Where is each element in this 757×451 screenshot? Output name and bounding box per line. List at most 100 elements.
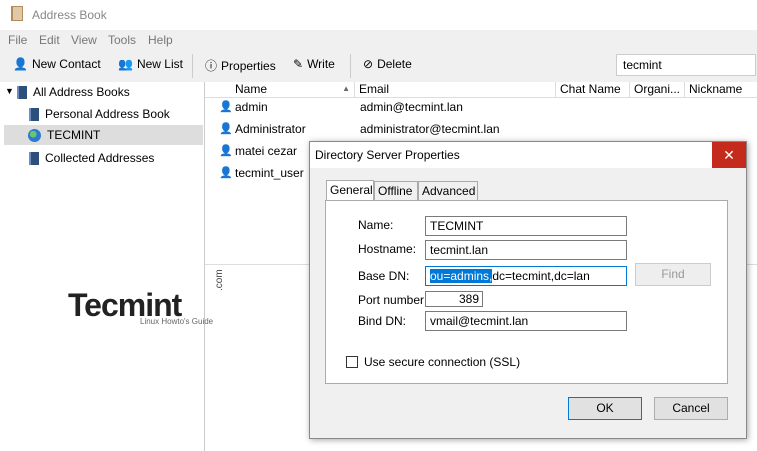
name-field[interactable]: TECMINT	[425, 216, 627, 236]
book-icon	[17, 85, 27, 99]
new-contact-label: New Contact	[31, 57, 101, 71]
search-input[interactable]	[616, 54, 756, 76]
logo-suffix: .com	[214, 269, 225, 291]
close-icon: ✕	[723, 147, 735, 163]
contact-name: matei cezar	[235, 144, 298, 158]
person-icon: 👤	[13, 57, 28, 71]
address-book-icon	[11, 6, 23, 21]
menu-edit[interactable]: Edit	[39, 33, 60, 47]
cancel-label: Cancel	[672, 401, 710, 415]
contact-name: Administrator	[235, 122, 306, 136]
hostname-label: Hostname:	[358, 242, 417, 256]
info-icon: ⓘ	[205, 59, 218, 73]
sort-ascending-icon: ▲	[342, 84, 350, 93]
address-book-tree: ▼ All Address Books Personal Address Boo…	[0, 82, 205, 451]
column-organization[interactable]: Organi...	[630, 82, 685, 97]
base-dn-value: dc=tecmint,dc=lan	[492, 269, 590, 283]
write-button[interactable]: ✎ Write	[293, 57, 335, 71]
delete-button[interactable]: ⊘ Delete	[363, 57, 412, 71]
new-contact-button[interactable]: 👤 New Contact	[13, 57, 101, 71]
menu-help[interactable]: Help	[148, 33, 173, 47]
ssl-label: Use secure connection (SSL)	[364, 355, 521, 369]
hostname-field[interactable]: tecmint.lan	[425, 240, 627, 260]
new-list-label: New List	[136, 57, 183, 71]
bind-dn-value: vmail@tecmint.lan	[430, 314, 529, 328]
base-dn-field[interactable]: ou=admins,dc=tecmint,dc=lan	[425, 266, 627, 286]
bind-dn-field[interactable]: vmail@tecmint.lan	[425, 311, 627, 331]
name-label: Name:	[358, 218, 394, 232]
collapse-chevron-icon[interactable]: ▼	[5, 86, 14, 96]
properties-label: Properties	[221, 58, 276, 73]
tab-offline[interactable]: Offline	[374, 181, 418, 200]
tree-item-all-address-books[interactable]: All Address Books	[17, 82, 130, 102]
tree-item-label: TECMINT	[47, 128, 101, 142]
column-label: Email	[359, 82, 390, 96]
book-icon	[29, 151, 39, 165]
column-nickname[interactable]: Nickname	[685, 82, 757, 97]
dialog-title: Directory Server Properties	[315, 148, 460, 162]
contact-icon: 👤	[219, 145, 233, 157]
contact-email: administrator@tecmint.lan	[360, 122, 500, 136]
menu-tools[interactable]: Tools	[108, 33, 136, 47]
find-label: Find	[661, 267, 685, 281]
tecmint-logo: Tecmint .com Linux Howto's Guide	[68, 269, 225, 326]
toolbar-separator	[192, 54, 193, 78]
contact-icon: 👤	[219, 123, 233, 135]
column-name[interactable]: Name ▲	[231, 82, 355, 97]
menu-file[interactable]: File	[8, 33, 27, 47]
logo-tagline: Linux Howto's Guide	[140, 317, 214, 326]
globe-icon	[28, 128, 41, 142]
tree-item-tecmint[interactable]: TECMINT	[4, 125, 203, 145]
contact-name: tecmint_user	[235, 166, 304, 180]
base-dn-label: Base DN:	[358, 269, 410, 283]
tree-item-label: Personal Address Book	[45, 107, 170, 121]
tab-advanced[interactable]: Advanced	[418, 181, 478, 200]
table-row[interactable]: 👤 admin admin@tecmint.lan	[205, 96, 757, 118]
new-list-button[interactable]: 👥 New List	[118, 57, 183, 71]
tab-label: Offline	[378, 184, 413, 198]
properties-button[interactable]: ⓘ Properties	[205, 57, 276, 74]
column-label: Nickname	[689, 82, 743, 96]
base-dn-selection: ou=admins,	[430, 269, 493, 283]
menu-view[interactable]: View	[71, 33, 97, 47]
port-label: Port number:	[358, 293, 428, 307]
port-field[interactable]: 389	[425, 291, 483, 307]
tab-general[interactable]: General	[326, 180, 374, 201]
contact-email: admin@tecmint.lan	[360, 100, 463, 114]
table-row[interactable]: 👤 Administrator administrator@tecmint.la…	[205, 118, 757, 140]
cancel-button[interactable]: Cancel	[654, 397, 728, 420]
tree-item-label: Collected Addresses	[45, 151, 155, 165]
group-icon: 👥	[118, 57, 133, 71]
window-title: Address Book	[32, 8, 107, 22]
column-label: Chat Name	[560, 82, 621, 96]
tree-item-collected-addresses[interactable]: Collected Addresses	[29, 148, 154, 168]
tree-item-personal-address-book[interactable]: Personal Address Book	[29, 104, 170, 124]
column-email[interactable]: Email	[355, 82, 556, 97]
dialog-title-bar: Directory Server Properties ✕	[310, 142, 746, 168]
ok-label: OK	[596, 401, 614, 415]
toolbar-separator	[350, 54, 351, 78]
contact-icon: 👤	[219, 167, 233, 179]
book-icon	[29, 107, 39, 121]
write-label: Write	[307, 57, 335, 71]
delete-icon: ⊘	[363, 57, 374, 71]
title-bar: Address Book	[0, 0, 757, 30]
column-label: Name	[235, 82, 268, 96]
close-button[interactable]: ✕	[712, 142, 746, 168]
ok-button[interactable]: OK	[568, 397, 642, 420]
tab-label: General	[330, 183, 373, 197]
contact-icon: 👤	[219, 101, 233, 113]
menu-bar: File Edit View Tools Help	[0, 30, 757, 50]
find-button[interactable]: Find	[635, 263, 711, 286]
column-chat-name[interactable]: Chat Name	[556, 82, 630, 97]
tab-label: Advanced	[422, 184, 476, 198]
hostname-value: tecmint.lan	[430, 243, 489, 257]
contact-name: admin	[235, 100, 268, 114]
port-value: 389	[458, 292, 479, 306]
bind-dn-label: Bind DN:	[358, 314, 407, 328]
delete-label: Delete	[377, 57, 412, 71]
general-tab-panel: Name: TECMINT Hostname: tecmint.lan Base…	[325, 200, 728, 384]
pencil-icon: ✎	[293, 57, 304, 71]
ssl-checkbox[interactable]	[346, 356, 358, 368]
tree-item-label: All Address Books	[33, 85, 130, 99]
